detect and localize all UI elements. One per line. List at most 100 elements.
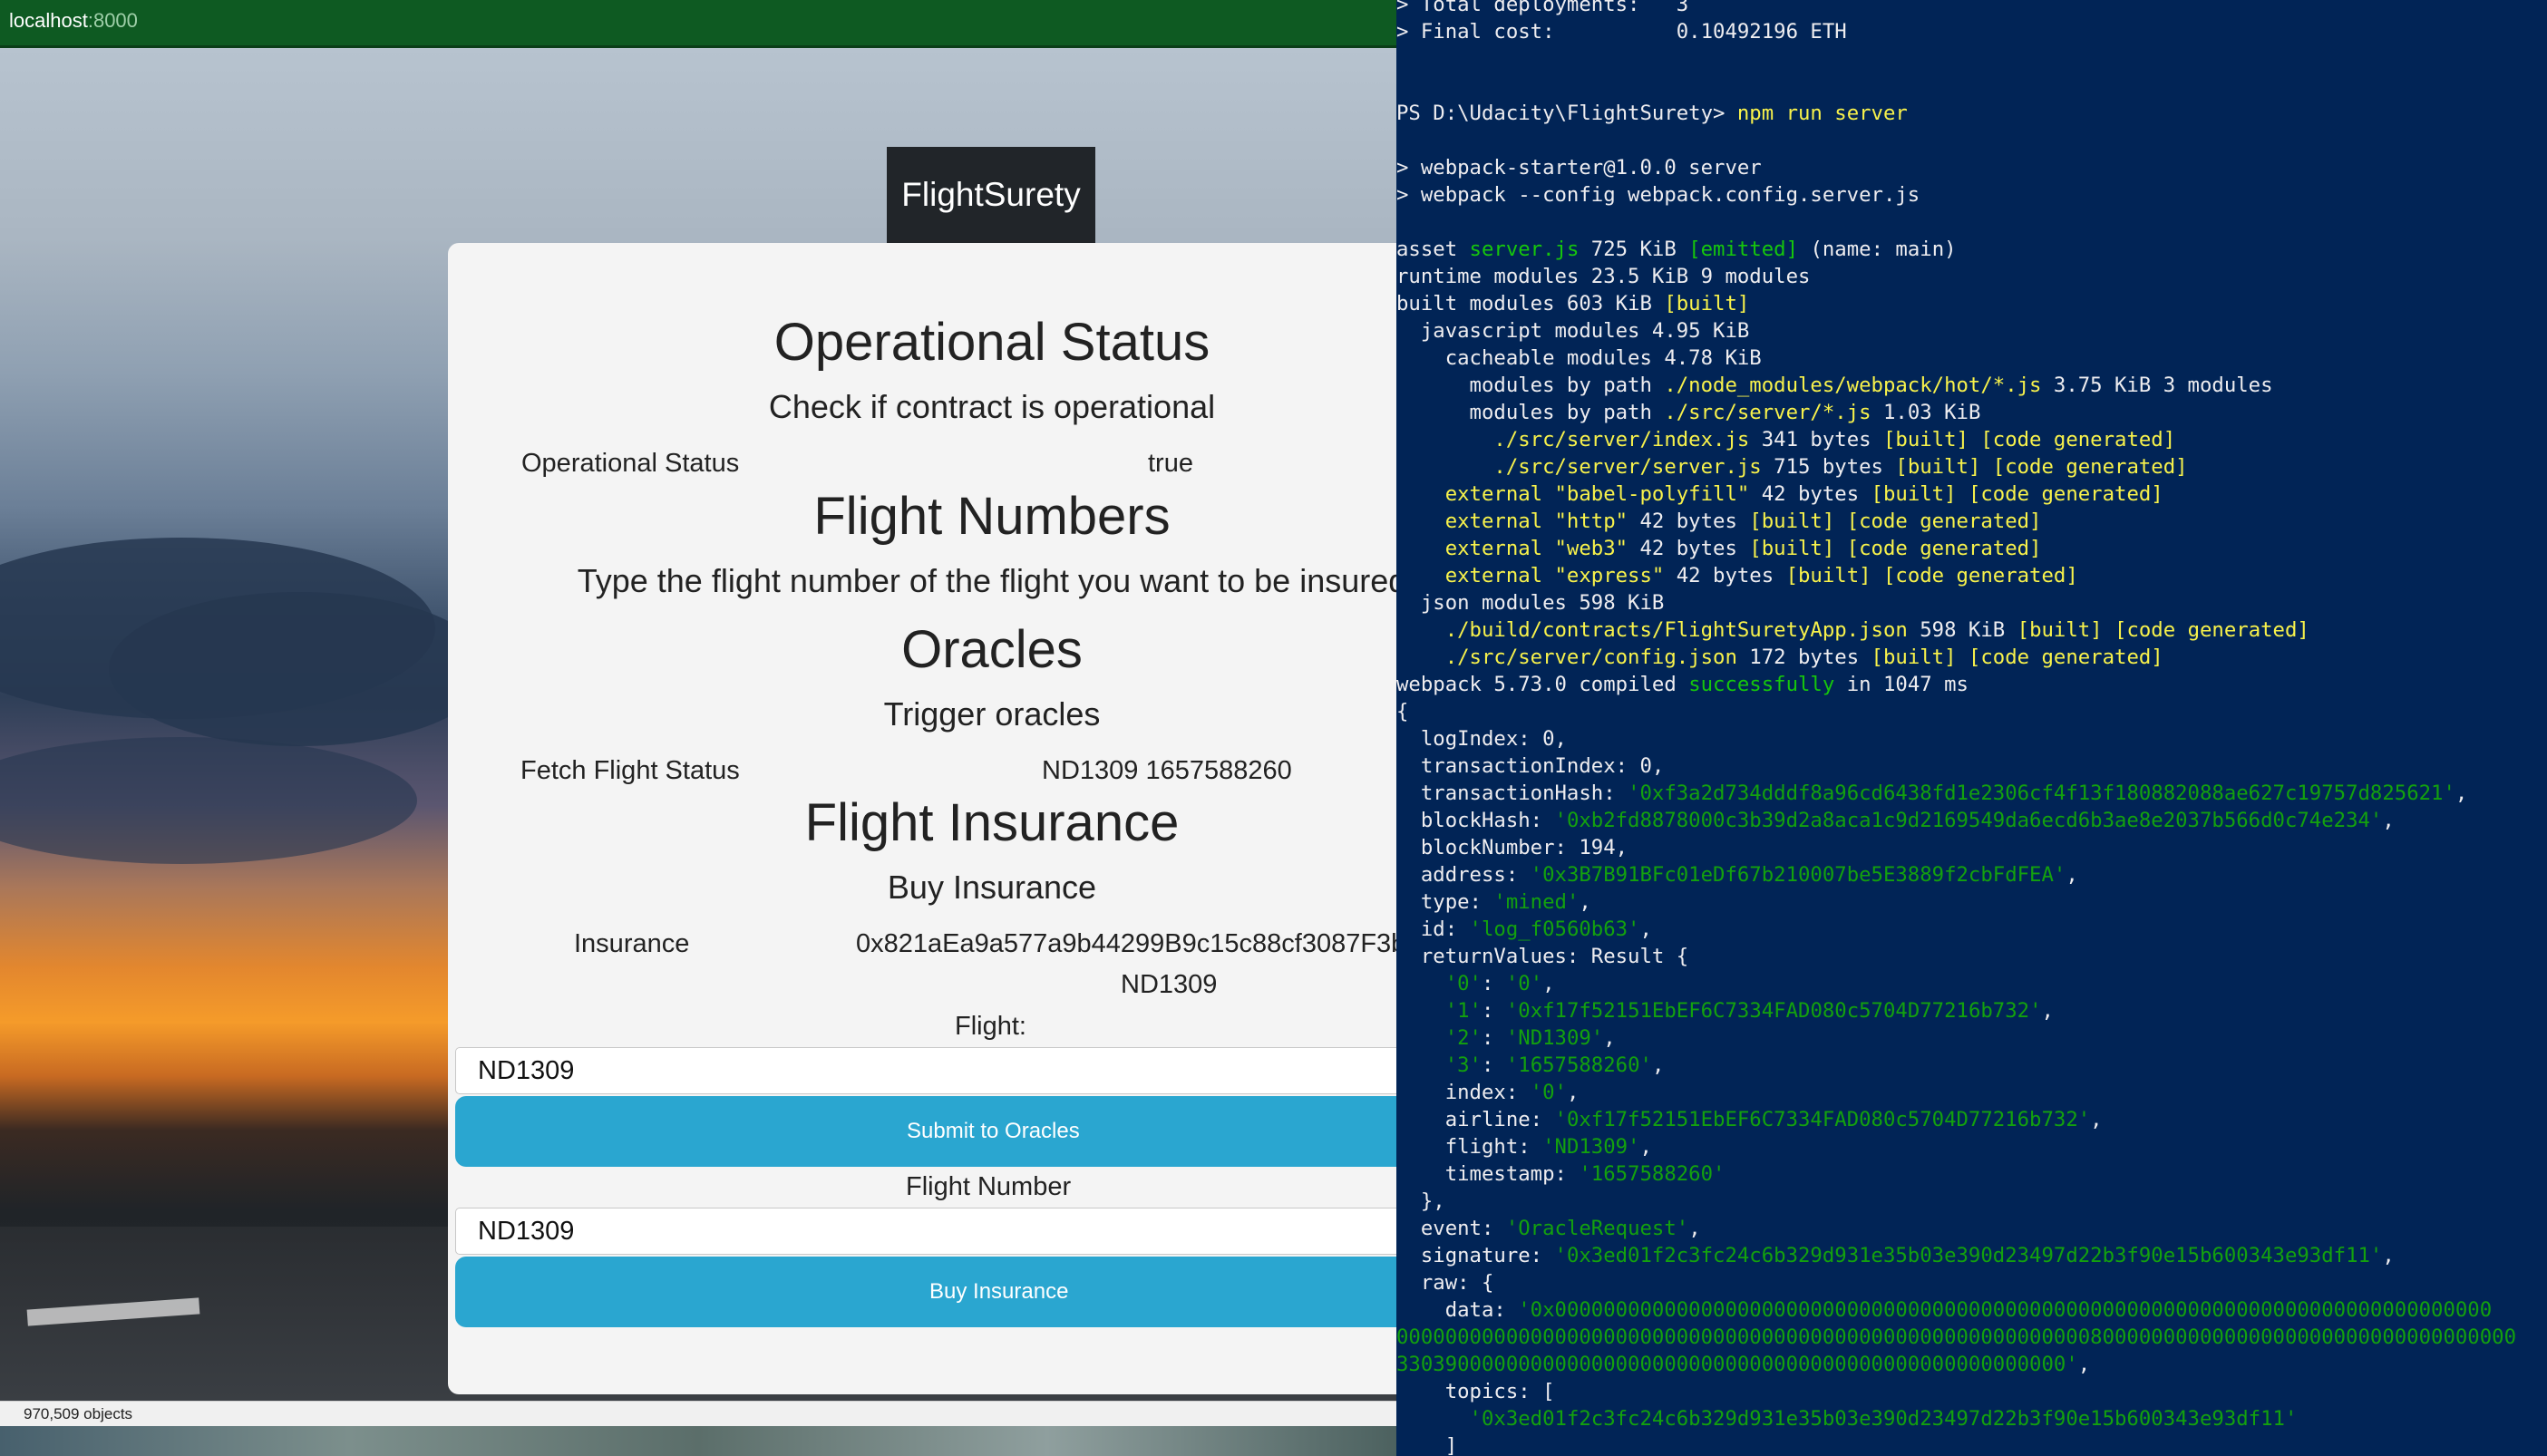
flight-number-input[interactable]: ND1309 bbox=[455, 1208, 1396, 1255]
terminal-text: javascript modules 4.95 KiB bbox=[1396, 319, 1750, 343]
url-text[interactable]: localhost:8000 bbox=[9, 9, 138, 33]
terminal-text: , bbox=[1639, 1135, 1652, 1159]
terminal-text: topics: [ bbox=[1396, 1380, 1555, 1403]
terminal-text: '1' bbox=[1444, 999, 1482, 1023]
oracles-heading: Oracles bbox=[901, 620, 1083, 679]
terminal-text: (name: main) bbox=[1798, 238, 1957, 261]
terminal-line: 3303900000000000000000000000000000000000… bbox=[1396, 1351, 2090, 1378]
terminal-text: 1.03 KiB bbox=[1871, 401, 1981, 424]
terminal-text: '1657588260' bbox=[1579, 1162, 1726, 1186]
terminal-line: '2': 'ND1309', bbox=[1396, 1024, 1616, 1052]
terminal-text: '3' bbox=[1444, 1053, 1482, 1077]
terminal-text: }, bbox=[1396, 1189, 1445, 1213]
terminal-line: > Total deployments: 3 bbox=[1396, 0, 1688, 18]
terminal-line: 0000000000000000000000000000000000000000… bbox=[1396, 1324, 2516, 1351]
terminal-text: , bbox=[2382, 1244, 2395, 1267]
terminal-text: event: bbox=[1396, 1217, 1506, 1240]
terminal-text: successfully bbox=[1688, 673, 1835, 696]
terminal-text: , bbox=[2455, 781, 2468, 805]
terminal-text: 'OracleRequest' bbox=[1505, 1217, 1689, 1240]
terminal-line: type: 'mined', bbox=[1396, 888, 1591, 916]
terminal-text: index: bbox=[1396, 1081, 1531, 1104]
terminal-text: '0x3B7B91BFc01eDf67b210007be5E3889f2cbFd… bbox=[1530, 863, 2066, 887]
terminal-line: external "express" 42 bytes [built] [cod… bbox=[1396, 562, 2078, 589]
address-bar[interactable]: localhost:8000 bbox=[0, 0, 1396, 48]
status-text: 970,509 objects bbox=[24, 1405, 133, 1422]
flight-input-label: Flight: bbox=[955, 1012, 1026, 1041]
terminal-text: modules by path bbox=[1396, 374, 1665, 397]
terminal-line: blockNumber: 194, bbox=[1396, 834, 1628, 861]
terminal-text: , bbox=[1579, 890, 1591, 914]
terminal-text: flight: bbox=[1396, 1135, 1543, 1159]
terminal-line: transactionHash: '0xf3a2d734dddf8a96cd64… bbox=[1396, 780, 2467, 807]
terminal-text: '0x3ed01f2c3fc24c6b329d931e35b03e390d234… bbox=[1554, 1244, 2383, 1267]
terminal-text: '0xf17f52151EbEF6C7334FAD080c5704D77216b… bbox=[1505, 999, 2042, 1023]
terminal-text: external "express" bbox=[1396, 564, 1665, 587]
flight-numbers-subtitle: Type the flight number of the flight you… bbox=[577, 562, 1396, 599]
terminal-line: ] bbox=[1396, 1432, 1457, 1456]
terminal-line: '3': '1657588260', bbox=[1396, 1052, 1665, 1079]
terminal-text: external "http" bbox=[1396, 510, 1628, 533]
terminal-text: webpack 5.73.0 compiled bbox=[1396, 673, 1689, 696]
terminal-text: ./src/server/server.js bbox=[1396, 455, 1762, 479]
terminal-text: '0xb2fd8878000c3b39d2a8aca1c9d2169549da6… bbox=[1554, 809, 2383, 832]
fetch-flight-status-value: ND1309 1657588260 bbox=[1042, 756, 1292, 785]
terminal-text: ./src/server/config.json bbox=[1396, 645, 1737, 669]
terminal-line: > webpack --config webpack.config.server… bbox=[1396, 181, 1920, 209]
terminal-text: [built] [code generated] bbox=[1785, 564, 2078, 587]
terminal-line: cacheable modules 4.78 KiB bbox=[1396, 345, 1762, 372]
terminal-line: logIndex: 0, bbox=[1396, 725, 1567, 752]
flight-input[interactable]: ND1309 bbox=[455, 1047, 1396, 1094]
terminal-text: : bbox=[1481, 999, 1506, 1023]
terminal-line: '0': '0', bbox=[1396, 970, 1555, 997]
terminal-line: index: '0', bbox=[1396, 1079, 1580, 1106]
url-host: localhost bbox=[9, 9, 88, 32]
terminal-text: '0' bbox=[1505, 972, 1543, 995]
terminal-text: 341 bytes bbox=[1749, 428, 1883, 451]
terminal-text: [built] [code generated] bbox=[1871, 645, 2163, 669]
terminal-text: 42 bytes bbox=[1628, 537, 1750, 560]
terminal-line: webpack 5.73.0 compiled successfully in … bbox=[1396, 671, 1969, 698]
terminal-text: 42 bytes bbox=[1628, 510, 1750, 533]
navbar-brand[interactable]: FlightSurety bbox=[887, 147, 1095, 243]
terminal-line: > webpack-starter@1.0.0 server bbox=[1396, 154, 1762, 181]
terminal-line: asset server.js 725 KiB [emitted] (name:… bbox=[1396, 236, 1957, 263]
terminal-text: cacheable modules 4.78 KiB bbox=[1396, 346, 1762, 370]
terminal-text: 42 bytes bbox=[1749, 482, 1871, 506]
buy-insurance-button[interactable]: Buy Insurance bbox=[455, 1257, 1396, 1327]
terminal-line: ./src/server/config.json 172 bytes [buil… bbox=[1396, 644, 2163, 671]
terminal-text: 3.75 KiB 3 modules bbox=[2041, 374, 2273, 397]
terminal-text: modules by path bbox=[1396, 401, 1665, 424]
terminal-text: '0x0000000000000000000000000000000000000… bbox=[1518, 1298, 2493, 1322]
insurance-address-value: 0x821aEa9a577a9b44299B9c15c88cf3087F3b55… bbox=[856, 929, 1396, 958]
terminal-text: '1657588260' bbox=[1505, 1053, 1652, 1077]
terminal-text: [built] [code generated] bbox=[2017, 618, 2309, 642]
terminal-line: json modules 598 KiB bbox=[1396, 589, 1664, 616]
terminal-text: , bbox=[1603, 1026, 1616, 1050]
terminal-text: npm run server bbox=[1736, 102, 1908, 125]
terminal-text: server.js bbox=[1469, 238, 1580, 261]
flight-insurance-heading: Flight Insurance bbox=[804, 793, 1180, 852]
background-cloud bbox=[0, 737, 417, 864]
terminal-text: , bbox=[2066, 863, 2078, 887]
terminal-text: [built] [code generated] bbox=[1882, 428, 2176, 451]
terminal-text: json modules 598 KiB bbox=[1396, 591, 1665, 615]
terminal-text: raw: { bbox=[1396, 1271, 1494, 1295]
terminal-line: topics: [ bbox=[1396, 1378, 1555, 1405]
terminal-line: > Final cost: 0.10492196 ETH bbox=[1396, 18, 1847, 45]
terminal-text: in 1047 ms bbox=[1834, 673, 1969, 696]
terminal-text: logIndex: 0, bbox=[1396, 727, 1567, 751]
terminal-line: external "web3" 42 bytes [built] [code g… bbox=[1396, 535, 2042, 562]
terminal-text: 725 KiB bbox=[1579, 238, 1689, 261]
terminal-text: > Final cost: 0.10492196 ETH bbox=[1396, 20, 1847, 44]
flight-number-label: Flight Number bbox=[906, 1172, 1072, 1201]
terminal-text: > Total deployments: 3 bbox=[1396, 0, 1689, 16]
terminal-text: '0xf17f52151EbEF6C7334FAD080c5704D77216b… bbox=[1554, 1108, 2091, 1131]
terminal-text: ./node_modules/webpack/hot/*.js bbox=[1664, 374, 2042, 397]
terminal-text: timestamp: bbox=[1396, 1162, 1580, 1186]
terminal-line: external "babel-polyfill" 42 bytes [buil… bbox=[1396, 480, 2163, 508]
submit-to-oracles-button[interactable]: Submit to Oracles bbox=[455, 1096, 1396, 1167]
powershell-terminal[interactable]: > Total deployments: 3 > Final cost: 0.10… bbox=[1396, 0, 2547, 1456]
